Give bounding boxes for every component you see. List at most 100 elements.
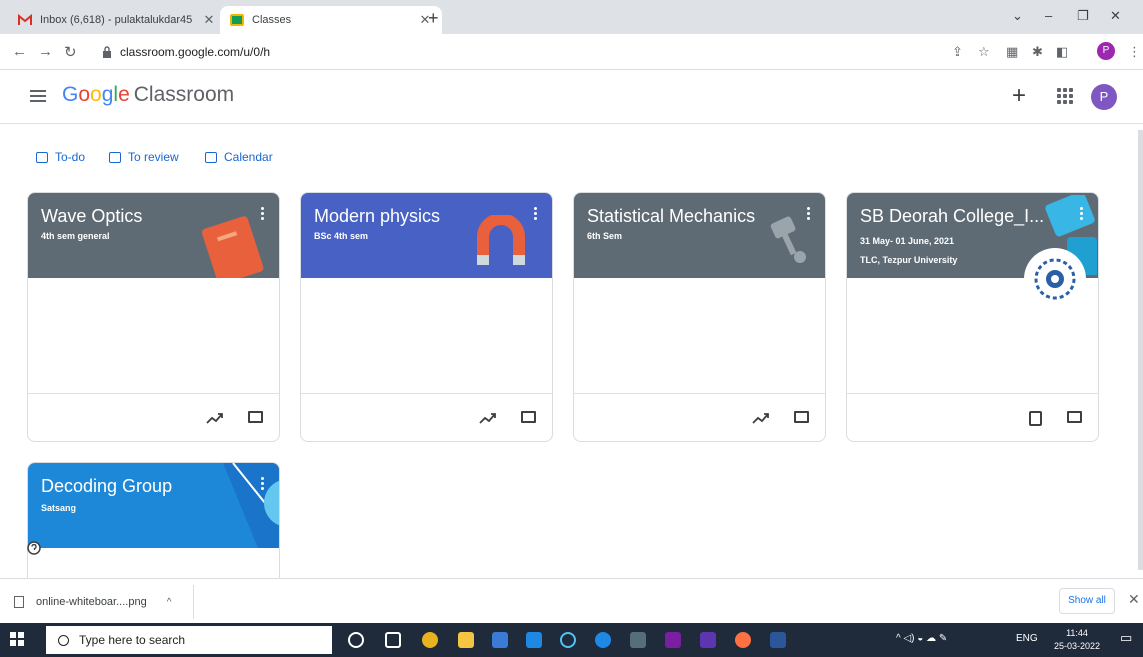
trending-up-icon[interactable] [479, 411, 497, 425]
lock-icon [103, 46, 111, 58]
calendar-link[interactable]: Calendar [205, 150, 273, 164]
to-review-link[interactable]: To review [109, 150, 179, 164]
google-classroom-logo[interactable]: Google Classroom [62, 83, 234, 107]
taskbar-search-box[interactable]: Type here to search [46, 626, 332, 654]
todo-label: To-do [55, 150, 86, 164]
account-avatar[interactable]: P [1091, 84, 1117, 110]
class-title[interactable]: SB Deorah College_I... [860, 206, 1044, 227]
tab-classes[interactable]: Classes ✕ [220, 6, 442, 34]
browser-toolbar: ← → ↻ classroom.google.com/u/0/h ⇪ ☆ ▦ ✱… [0, 34, 1143, 70]
word-icon[interactable] [770, 632, 786, 648]
to-review-label: To review [128, 150, 179, 164]
card-footer [574, 393, 825, 441]
back-button[interactable]: ← [12, 43, 27, 60]
google-apps-icon[interactable] [1057, 88, 1073, 104]
profile-avatar[interactable]: P [1097, 42, 1115, 60]
class-banner[interactable]: Wave Optics 4th sem general [28, 193, 279, 278]
folder-icon[interactable] [794, 411, 809, 423]
class-card[interactable]: Decoding Group Satsang [27, 462, 280, 578]
close-window-button[interactable]: ✕ [1110, 8, 1121, 24]
hamburger-menu-icon[interactable] [30, 90, 46, 102]
url-text: classroom.google.com/u/0/h [120, 45, 271, 59]
banner-decoration-icon [223, 463, 279, 548]
system-tray-icons[interactable]: ^ ◁) ◒ ☁ ✎ [896, 633, 947, 644]
create-join-class-button[interactable]: + [1012, 82, 1026, 110]
share-icon[interactable]: ⇪ [952, 44, 963, 60]
more-options-icon[interactable] [261, 477, 265, 493]
more-options-icon[interactable] [1080, 207, 1084, 223]
tab-title: Inbox (6,618) - pulaktalukdar45 [40, 14, 193, 26]
trending-up-icon[interactable] [752, 411, 770, 425]
mail-icon[interactable] [526, 632, 542, 648]
assignment-ind-icon[interactable] [1029, 411, 1042, 426]
bookmark-star-icon[interactable]: ☆ [978, 44, 990, 60]
show-all-button[interactable]: Show all [1059, 588, 1115, 614]
chrome-icon[interactable] [422, 632, 438, 648]
download-item[interactable]: online-whiteboar....png ^ [10, 585, 194, 619]
magnet-illustration-icon [477, 215, 525, 265]
folder-icon[interactable] [1067, 411, 1082, 423]
class-room: TLC, Tezpur University [860, 255, 958, 265]
skype-icon[interactable] [595, 632, 611, 648]
restore-button[interactable]: ❐ [1077, 8, 1089, 24]
minimize-button[interactable]: – [1045, 8, 1052, 23]
class-card[interactable]: Modern physics BSc 4th sem [300, 192, 553, 442]
class-banner[interactable]: Modern physics BSc 4th sem [301, 193, 552, 278]
chevron-down-icon[interactable]: ⌄ [1012, 8, 1023, 24]
close-download-bar-icon[interactable]: ✕ [1128, 591, 1140, 608]
reload-button[interactable]: ↻ [64, 43, 77, 61]
sidepanel-icon[interactable]: ◧ [1056, 44, 1068, 60]
class-section: Satsang [41, 503, 77, 513]
address-bar[interactable]: classroom.google.com/u/0/h [98, 39, 938, 65]
kebab-menu-icon[interactable]: ⋮ [1128, 44, 1141, 60]
card-footer [301, 393, 552, 441]
calendar-icon [205, 151, 217, 163]
calculator-icon[interactable] [630, 632, 646, 648]
media-icon[interactable] [560, 632, 576, 648]
teacher-avatar[interactable] [1023, 247, 1087, 311]
file-explorer-icon[interactable] [458, 632, 474, 648]
class-card[interactable]: SB Deorah College_I... 31 May- 01 June, … [846, 192, 1099, 442]
logo-letter: o [78, 83, 91, 106]
logo-letter: e [118, 83, 130, 106]
class-title[interactable]: Wave Optics [41, 206, 142, 227]
more-options-icon[interactable] [261, 207, 265, 223]
store-icon[interactable] [492, 632, 508, 648]
help-icon[interactable] [27, 541, 41, 555]
download-filename: online-whiteboar....png [36, 596, 147, 608]
notification-icon[interactable]: ▭ [1120, 630, 1132, 646]
taskbar-clock[interactable]: 11:44 25-03-2022 [1050, 627, 1104, 653]
class-banner[interactable]: Decoding Group Satsang [28, 463, 279, 548]
teams-icon[interactable] [700, 632, 716, 648]
folder-icon[interactable] [248, 411, 263, 423]
class-card[interactable]: Statistical Mechanics 6th Sem [573, 192, 826, 442]
task-view-icon[interactable] [385, 632, 401, 648]
scrollbar[interactable] [1138, 130, 1143, 570]
onenote-icon[interactable] [665, 632, 681, 648]
extension-icon[interactable]: ▦ [1006, 44, 1018, 60]
folder-icon[interactable] [521, 411, 536, 423]
chevron-up-icon[interactable]: ^ [167, 597, 172, 608]
logo-product-name: Classroom [133, 83, 235, 106]
extensions-puzzle-icon[interactable]: ✱ [1032, 44, 1043, 60]
app-header: Google Classroom + P [0, 70, 1143, 124]
trending-up-icon[interactable] [206, 411, 224, 425]
new-tab-button[interactable]: + [428, 8, 439, 29]
more-options-icon[interactable] [807, 207, 811, 223]
class-title[interactable]: Statistical Mechanics [587, 206, 755, 227]
classroom-icon [230, 14, 244, 26]
app-icon[interactable] [735, 632, 751, 648]
more-options-icon[interactable] [534, 207, 538, 223]
class-title[interactable]: Decoding Group [41, 476, 172, 497]
class-title[interactable]: Modern physics [314, 206, 440, 227]
todo-link[interactable]: To-do [36, 150, 85, 164]
forward-button[interactable]: → [38, 43, 53, 60]
close-icon[interactable]: ✕ [202, 12, 216, 28]
cortana-icon[interactable] [348, 632, 364, 648]
taskbar-search-placeholder: Type here to search [79, 633, 186, 647]
tab-gmail[interactable]: Inbox (6,618) - pulaktalukdar45 ✕ [8, 6, 226, 34]
class-banner[interactable]: Statistical Mechanics 6th Sem [574, 193, 825, 278]
class-card[interactable]: Wave Optics 4th sem general [27, 192, 280, 442]
windows-start-icon[interactable] [10, 632, 24, 646]
language-indicator[interactable]: ENG [1016, 633, 1038, 644]
